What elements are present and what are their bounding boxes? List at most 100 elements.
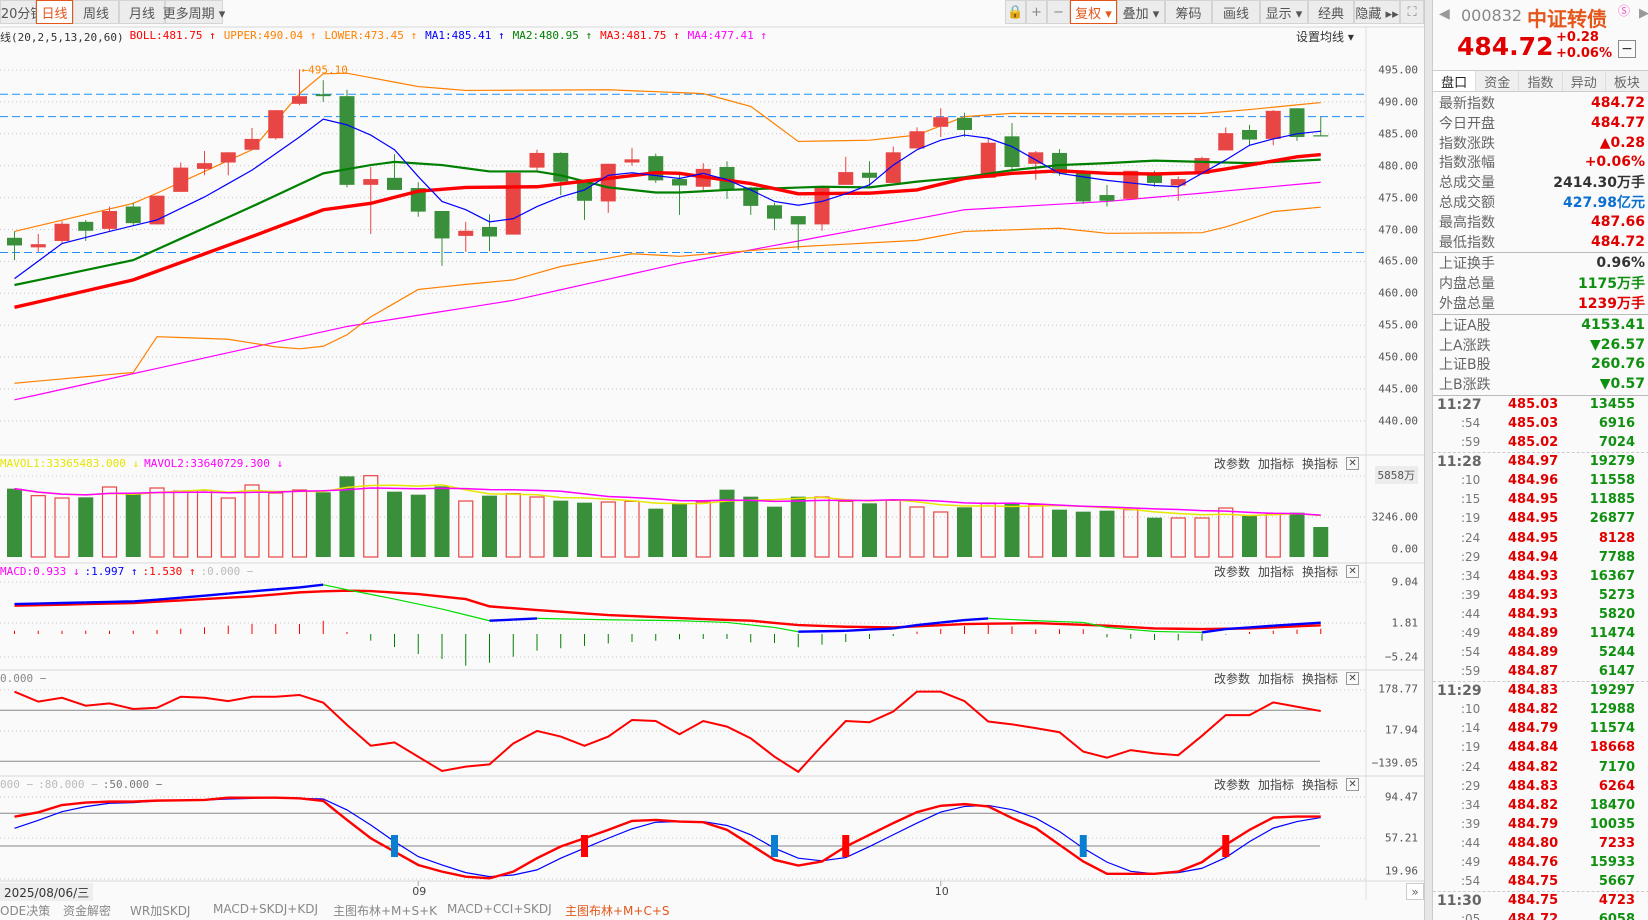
volume-bar-down	[387, 491, 402, 557]
tick-volume: 18470	[1589, 797, 1635, 813]
add-indicator-button[interactable]: 加指标	[1258, 563, 1294, 580]
volume-bar-up	[600, 501, 616, 558]
quote-tab[interactable]: 板块	[1605, 71, 1648, 91]
collapse-button[interactable]: −	[1618, 40, 1636, 58]
tick-price: 484.82	[1508, 797, 1559, 813]
legend-item: :80.000 −	[38, 778, 98, 791]
swap-indicator-button[interactable]: 换指标	[1302, 776, 1338, 793]
tick-price: 484.97	[1508, 454, 1559, 470]
tick-time: :39	[1461, 587, 1481, 602]
panel-splitter[interactable]	[1424, 0, 1432, 920]
stat-row: 今日开盘 484.77	[1433, 113, 1648, 133]
tick-volume: 10035	[1589, 816, 1635, 832]
add-indicator-button[interactable]: 加指标	[1258, 455, 1294, 472]
candle-up	[885, 152, 901, 183]
cci-axis-label: −139.05	[1371, 756, 1418, 770]
close-pane-icon[interactable]: ✕	[1346, 457, 1360, 470]
stat-label: 总成交额	[1439, 195, 1495, 211]
price-axis-label: 495.00	[1378, 63, 1418, 77]
indicator-template-tab[interactable]: MACD+CCI+SKDJ	[447, 902, 552, 916]
tick-price: 484.76	[1508, 854, 1559, 870]
kdj-axis-label: 94.47	[1384, 790, 1418, 804]
quote-tab[interactable]: 指数	[1519, 71, 1563, 91]
legend-item: 000 −	[0, 778, 34, 791]
swap-indicator-button[interactable]: 换指标	[1302, 563, 1338, 580]
scroll-right-button[interactable]: »	[1406, 883, 1424, 900]
quote-tab[interactable]: 异动	[1562, 71, 1606, 91]
dif-line-segment	[774, 626, 799, 633]
legend-item: MAVOL1:33365483.000 ↓	[0, 457, 140, 470]
stat-row: 总成交量 2414.30万手	[1433, 172, 1648, 192]
cci-axis-label: 178.77	[1378, 682, 1418, 696]
quote-tab[interactable]: 盘口	[1433, 71, 1477, 91]
dif-line-segment	[251, 588, 276, 593]
volume-bar-down	[482, 495, 497, 557]
close-pane-icon[interactable]: ✕	[1346, 565, 1360, 578]
stat-label: 最高指数	[1439, 214, 1495, 231]
tick-row: :10 484.82 12988	[1433, 701, 1648, 720]
legend-item: 0.000 −	[0, 672, 47, 685]
dif-line-segment	[489, 618, 514, 622]
volume-bar-up	[149, 487, 165, 558]
dif-line-segment	[679, 620, 704, 623]
kdj-sell-signal	[771, 835, 778, 857]
stat-row: 总成交额 427.98亿元	[1433, 192, 1648, 212]
change-params-button[interactable]: 改参数	[1214, 455, 1250, 472]
tick-row: :49 484.76 15933	[1433, 854, 1648, 873]
dif-line-segment	[85, 600, 110, 604]
volume-bar-down	[315, 492, 331, 557]
tick-price: 484.80	[1508, 835, 1559, 851]
indicator-template-tab[interactable]: 主图布林+M+S+K	[333, 902, 437, 919]
volume-bar-up	[1218, 507, 1234, 558]
change-params-button[interactable]: 改参数	[1214, 776, 1250, 793]
tick-row: :19 484.95 26877	[1433, 510, 1648, 529]
high-price-annotation: ←495.10	[302, 63, 348, 76]
kdj-buy-signal	[581, 835, 588, 857]
indicator-template-tab[interactable]: ODE决策	[0, 902, 50, 919]
dif-line-segment	[441, 608, 466, 616]
indicator-template-tab[interactable]: MACD+SKDJ+KDJ	[213, 902, 318, 916]
stat-row: 上A涨跌 ▼26.57	[1433, 335, 1648, 355]
chart-canvas[interactable]: ←495.10	[0, 0, 1424, 900]
stat-value: 1239万手	[1578, 296, 1645, 312]
change-params-button[interactable]: 改参数	[1214, 670, 1250, 687]
add-indicator-button[interactable]: 加指标	[1258, 670, 1294, 687]
tick-volume: 13455	[1589, 397, 1635, 412]
volume-bar-up	[505, 493, 521, 558]
stat-label: 总成交量	[1439, 175, 1495, 192]
swap-indicator-button[interactable]: 换指标	[1302, 670, 1338, 687]
indicator-template-tab[interactable]: WR加SKDJ	[130, 902, 190, 919]
tick-time: :29	[1461, 778, 1481, 793]
volume-bar-up	[1028, 504, 1044, 558]
quote-tab[interactable]: 资金	[1476, 71, 1520, 91]
tick-row: :19 484.84 18668	[1433, 739, 1648, 758]
candle-up	[838, 172, 854, 185]
tick-price: 484.96	[1508, 473, 1559, 489]
candle-up	[1218, 133, 1234, 151]
tick-volume: 8128	[1598, 530, 1635, 546]
price-axis-label: 485.00	[1378, 127, 1418, 141]
add-indicator-button[interactable]: 加指标	[1258, 776, 1294, 793]
tick-time: :34	[1461, 797, 1481, 812]
candle-up	[292, 96, 307, 104]
volume-axis-label: 5858万	[1374, 466, 1418, 484]
indicator-template-tab[interactable]: 主图布林+M+C+S	[565, 902, 670, 919]
tick-time: :14	[1461, 721, 1481, 736]
swap-indicator-button[interactable]: 换指标	[1302, 455, 1338, 472]
symbol-code: 000832	[1461, 6, 1523, 25]
volume-bar-up	[814, 496, 830, 558]
indicator-template-tab[interactable]: 资金解密	[63, 902, 111, 919]
tick-row: :34 484.82 18470	[1433, 797, 1648, 816]
candle-down	[672, 179, 687, 186]
change-params-button[interactable]: 改参数	[1214, 563, 1250, 580]
tick-volume: 26877	[1589, 511, 1635, 527]
dif-line-segment	[1011, 618, 1036, 622]
prev-symbol-button[interactable]: ◀	[1439, 6, 1450, 22]
next-symbol-button[interactable]: ▶	[1639, 6, 1648, 21]
volume-bar-up	[220, 497, 236, 558]
price-axis-label: 455.00	[1378, 318, 1418, 332]
close-pane-icon[interactable]: ✕	[1346, 778, 1360, 791]
close-pane-icon[interactable]: ✕	[1346, 672, 1360, 685]
price-axis-label: 465.00	[1378, 254, 1418, 268]
kdj-sell-signal	[391, 835, 398, 857]
